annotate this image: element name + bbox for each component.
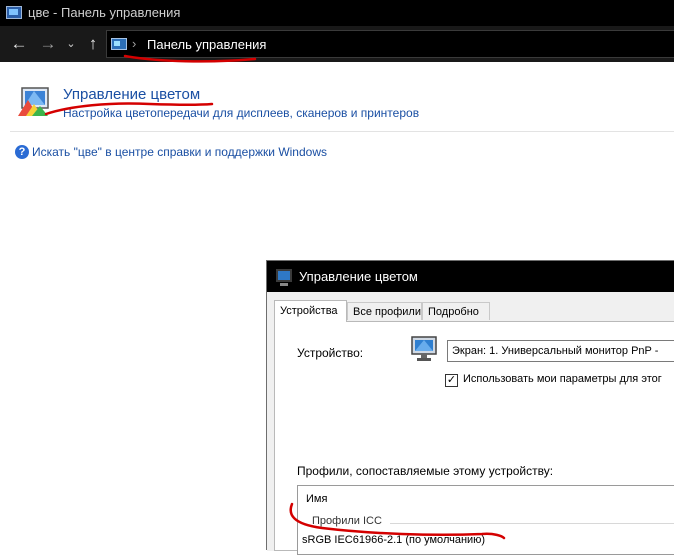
device-label: Устройство: xyxy=(297,346,364,360)
window-title: цве - Панель управления xyxy=(28,5,181,20)
divider xyxy=(390,523,674,524)
use-my-settings-label[interactable]: Использовать мои параметры для этог xyxy=(463,373,662,385)
control-panel-icon xyxy=(6,6,22,19)
control-panel-icon xyxy=(111,38,127,50)
dialog-title: Управление цветом xyxy=(299,269,418,284)
tab-all-profiles[interactable]: Все профили xyxy=(347,302,422,320)
window-titlebar: цве - Панель управления xyxy=(0,0,674,26)
back-arrow-icon[interactable]: ← xyxy=(9,34,29,54)
breadcrumb[interactable]: Панель управления xyxy=(147,37,266,52)
up-arrow-icon[interactable]: ↑ xyxy=(84,34,102,54)
monitor-icon xyxy=(276,269,292,286)
help-icon: ? xyxy=(15,145,29,159)
use-my-settings-checkbox[interactable]: ✓ xyxy=(445,374,458,387)
devices-tab-panel: Устройство: Экран: 1. Универсальный мони… xyxy=(274,321,674,555)
device-dropdown[interactable]: Экран: 1. Универсальный монитор PnP - xyxy=(447,340,674,362)
color-management-dialog: Управление цветом Устройства Все профили… xyxy=(266,260,674,555)
help-search-link[interactable]: Искать "цве" в центре справки и поддержк… xyxy=(32,145,327,159)
color-management-description-link[interactable]: Настройка цветопередачи для дисплеев, ск… xyxy=(63,106,419,120)
profiles-list[interactable]: Имя Профили ICC sRGB IEC61966-2.1 (по ум… xyxy=(297,485,674,555)
forward-arrow-icon[interactable]: → xyxy=(38,34,58,54)
tab-advanced[interactable]: Подробно xyxy=(422,302,490,320)
breadcrumb-separator-icon[interactable]: › xyxy=(132,36,136,51)
chevron-down-icon[interactable]: ⌄ xyxy=(64,34,78,54)
profiles-label: Профили, сопоставляемые этому устройству… xyxy=(297,464,554,478)
monitor-icon xyxy=(411,336,437,361)
tab-devices[interactable]: Устройства xyxy=(274,300,347,322)
dialog-titlebar[interactable]: Управление цветом xyxy=(267,261,674,292)
column-header-name[interactable]: Имя xyxy=(306,493,327,505)
divider xyxy=(10,131,674,132)
dialog-body: Устройства Все профили Подробно Устройст… xyxy=(267,292,674,555)
address-bar[interactable]: › Панель управления xyxy=(106,30,674,58)
list-item[interactable]: sRGB IEC61966-2.1 (по умолчанию) xyxy=(302,534,485,546)
list-group-header: Профили ICC xyxy=(312,515,382,527)
color-management-link[interactable]: Управление цветом xyxy=(63,86,200,103)
color-management-icon[interactable] xyxy=(16,86,52,118)
